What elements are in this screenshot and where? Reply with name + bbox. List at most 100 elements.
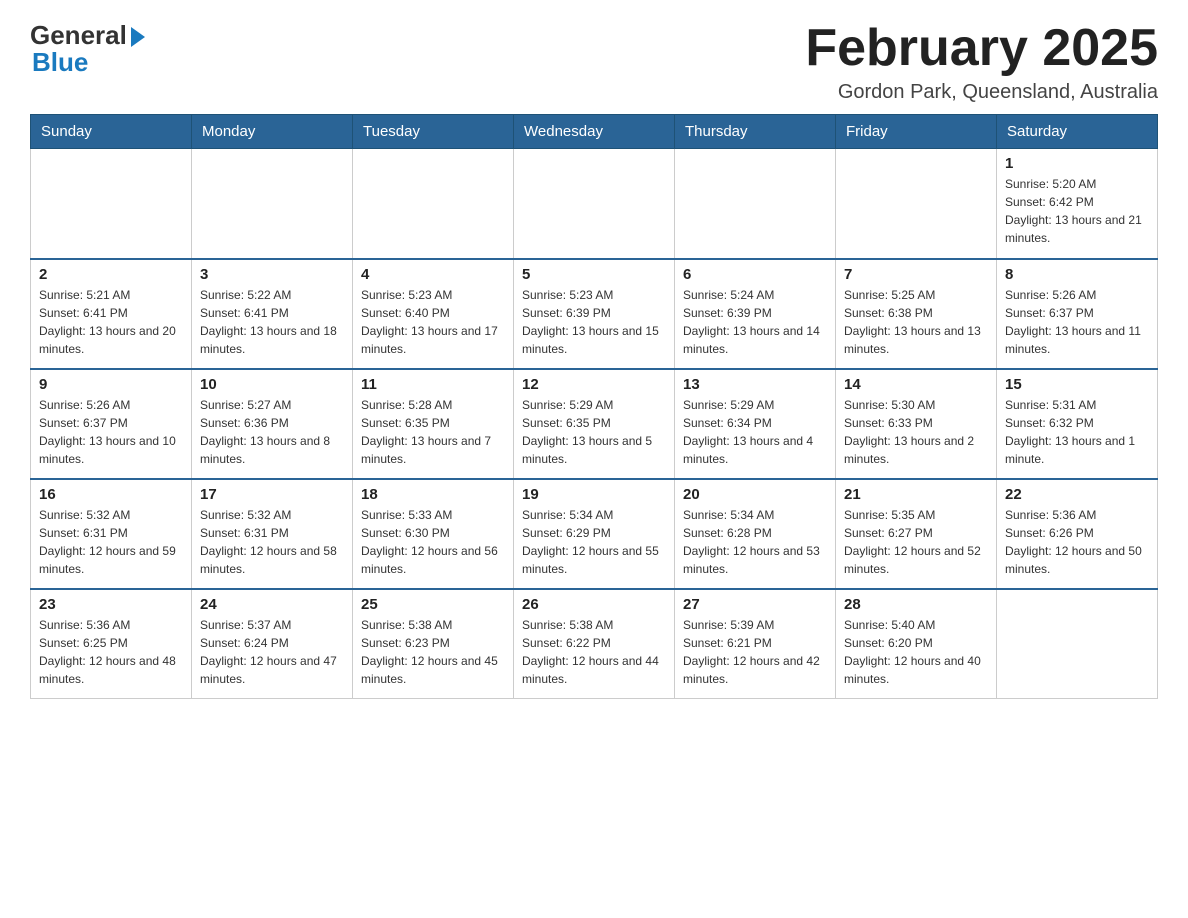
calendar-cell: 19 Sunrise: 5:34 AMSunset: 6:29 PMDayligh…: [514, 479, 675, 589]
calendar-cell: 20 Sunrise: 5:34 AMSunset: 6:28 PMDayligh…: [675, 479, 836, 589]
day-number: 26: [522, 596, 666, 613]
day-info: Sunrise: 5:22 AMSunset: 6:41 PMDaylight:…: [200, 286, 344, 358]
calendar-cell: 2 Sunrise: 5:21 AMSunset: 6:41 PMDaylight…: [31, 259, 192, 369]
day-number: 7: [844, 266, 988, 283]
day-info: Sunrise: 5:26 AMSunset: 6:37 PMDaylight:…: [1005, 286, 1149, 358]
logo-arrow-icon: [131, 27, 145, 47]
day-number: 27: [683, 596, 827, 613]
day-number: 16: [39, 486, 183, 503]
calendar-cell: 16 Sunrise: 5:32 AMSunset: 6:31 PMDayligh…: [31, 479, 192, 589]
calendar-cell: [192, 149, 353, 259]
calendar-cell: 9 Sunrise: 5:26 AMSunset: 6:37 PMDaylight…: [31, 369, 192, 479]
day-number: 2: [39, 266, 183, 283]
day-number: 6: [683, 266, 827, 283]
day-number: 20: [683, 486, 827, 503]
day-info: Sunrise: 5:37 AMSunset: 6:24 PMDaylight:…: [200, 616, 344, 688]
calendar-cell: 10 Sunrise: 5:27 AMSunset: 6:36 PMDayligh…: [192, 369, 353, 479]
day-info: Sunrise: 5:23 AMSunset: 6:39 PMDaylight:…: [522, 286, 666, 358]
calendar-cell: [997, 589, 1158, 699]
week-row-5: 23 Sunrise: 5:36 AMSunset: 6:25 PMDayligh…: [31, 589, 1158, 699]
day-number: 10: [200, 376, 344, 393]
day-info: Sunrise: 5:34 AMSunset: 6:28 PMDaylight:…: [683, 506, 827, 578]
calendar-cell: 13 Sunrise: 5:29 AMSunset: 6:34 PMDayligh…: [675, 369, 836, 479]
day-info: Sunrise: 5:40 AMSunset: 6:20 PMDaylight:…: [844, 616, 988, 688]
calendar-header-saturday: Saturday: [997, 115, 1158, 149]
calendar-header-row: SundayMondayTuesdayWednesdayThursdayFrid…: [31, 115, 1158, 149]
day-number: 28: [844, 596, 988, 613]
day-number: 19: [522, 486, 666, 503]
day-info: Sunrise: 5:38 AMSunset: 6:23 PMDaylight:…: [361, 616, 505, 688]
day-info: Sunrise: 5:20 AMSunset: 6:42 PMDaylight:…: [1005, 175, 1149, 247]
day-info: Sunrise: 5:32 AMSunset: 6:31 PMDaylight:…: [200, 506, 344, 578]
day-number: 21: [844, 486, 988, 503]
calendar-cell: 17Sunrise: 5:32 AMSunset: 6:31 PMDayligh…: [192, 479, 353, 589]
day-info: Sunrise: 5:38 AMSunset: 6:22 PMDaylight:…: [522, 616, 666, 688]
calendar-header-friday: Friday: [836, 115, 997, 149]
day-number: 12: [522, 376, 666, 393]
day-info: Sunrise: 5:31 AMSunset: 6:32 PMDaylight:…: [1005, 396, 1149, 468]
calendar-cell: 5 Sunrise: 5:23 AMSunset: 6:39 PMDaylight…: [514, 259, 675, 369]
day-info: Sunrise: 5:34 AMSunset: 6:29 PMDaylight:…: [522, 506, 666, 578]
calendar-cell: 11Sunrise: 5:28 AMSunset: 6:35 PMDayligh…: [353, 369, 514, 479]
day-info: Sunrise: 5:24 AMSunset: 6:39 PMDaylight:…: [683, 286, 827, 358]
calendar-cell: 18Sunrise: 5:33 AMSunset: 6:30 PMDayligh…: [353, 479, 514, 589]
day-info: Sunrise: 5:28 AMSunset: 6:35 PMDaylight:…: [361, 396, 505, 468]
calendar-cell: 26 Sunrise: 5:38 AMSunset: 6:22 PMDayligh…: [514, 589, 675, 699]
day-info: Sunrise: 5:25 AMSunset: 6:38 PMDaylight:…: [844, 286, 988, 358]
day-number: 3: [200, 266, 344, 283]
calendar-cell: 21 Sunrise: 5:35 AMSunset: 6:27 PMDayligh…: [836, 479, 997, 589]
day-info: Sunrise: 5:23 AMSunset: 6:40 PMDaylight:…: [361, 286, 505, 358]
calendar-cell: [31, 149, 192, 259]
calendar-header-sunday: Sunday: [31, 115, 192, 149]
calendar-cell: [353, 149, 514, 259]
week-row-1: 1 Sunrise: 5:20 AMSunset: 6:42 PMDaylight…: [31, 149, 1158, 259]
day-number: 4: [361, 266, 505, 283]
day-number: 24: [200, 596, 344, 613]
day-info: Sunrise: 5:39 AMSunset: 6:21 PMDaylight:…: [683, 616, 827, 688]
calendar-cell: 24 Sunrise: 5:37 AMSunset: 6:24 PMDayligh…: [192, 589, 353, 699]
week-row-3: 9 Sunrise: 5:26 AMSunset: 6:37 PMDaylight…: [31, 369, 1158, 479]
day-info: Sunrise: 5:32 AMSunset: 6:31 PMDaylight:…: [39, 506, 183, 578]
day-info: Sunrise: 5:33 AMSunset: 6:30 PMDaylight:…: [361, 506, 505, 578]
day-info: Sunrise: 5:35 AMSunset: 6:27 PMDaylight:…: [844, 506, 988, 578]
day-info: Sunrise: 5:30 AMSunset: 6:33 PMDaylight:…: [844, 396, 988, 468]
logo-blue-text: Blue: [32, 47, 88, 78]
calendar-header-monday: Monday: [192, 115, 353, 149]
calendar-header-tuesday: Tuesday: [353, 115, 514, 149]
calendar-cell: 7 Sunrise: 5:25 AMSunset: 6:38 PMDaylight…: [836, 259, 997, 369]
calendar-cell: 1 Sunrise: 5:20 AMSunset: 6:42 PMDaylight…: [997, 149, 1158, 259]
day-number: 15: [1005, 376, 1149, 393]
calendar-cell: [836, 149, 997, 259]
day-info: Sunrise: 5:29 AMSunset: 6:35 PMDaylight:…: [522, 396, 666, 468]
month-title: February 2025: [805, 20, 1158, 77]
calendar-cell: 14 Sunrise: 5:30 AMSunset: 6:33 PMDayligh…: [836, 369, 997, 479]
day-number: 13: [683, 376, 827, 393]
calendar-cell: 15 Sunrise: 5:31 AMSunset: 6:32 PMDayligh…: [997, 369, 1158, 479]
calendar-cell: 6 Sunrise: 5:24 AMSunset: 6:39 PMDaylight…: [675, 259, 836, 369]
calendar-cell: 23 Sunrise: 5:36 AMSunset: 6:25 PMDayligh…: [31, 589, 192, 699]
day-number: 1: [1005, 155, 1149, 172]
calendar-cell: [675, 149, 836, 259]
day-info: Sunrise: 5:36 AMSunset: 6:26 PMDaylight:…: [1005, 506, 1149, 578]
day-number: 14: [844, 376, 988, 393]
calendar-cell: 22Sunrise: 5:36 AMSunset: 6:26 PMDayligh…: [997, 479, 1158, 589]
calendar-cell: 27 Sunrise: 5:39 AMSunset: 6:21 PMDayligh…: [675, 589, 836, 699]
calendar-header-wednesday: Wednesday: [514, 115, 675, 149]
day-info: Sunrise: 5:26 AMSunset: 6:37 PMDaylight:…: [39, 396, 183, 468]
day-number: 5: [522, 266, 666, 283]
page-header: General Blue February 2025 Gordon Park, …: [30, 20, 1158, 104]
day-info: Sunrise: 5:27 AMSunset: 6:36 PMDaylight:…: [200, 396, 344, 468]
location-text: Gordon Park, Queensland, Australia: [805, 81, 1158, 104]
calendar-table: SundayMondayTuesdayWednesdayThursdayFrid…: [30, 114, 1158, 699]
logo: General Blue: [30, 20, 145, 78]
calendar-cell: 8Sunrise: 5:26 AMSunset: 6:37 PMDaylight…: [997, 259, 1158, 369]
day-info: Sunrise: 5:36 AMSunset: 6:25 PMDaylight:…: [39, 616, 183, 688]
day-info: Sunrise: 5:29 AMSunset: 6:34 PMDaylight:…: [683, 396, 827, 468]
day-info: Sunrise: 5:21 AMSunset: 6:41 PMDaylight:…: [39, 286, 183, 358]
calendar-cell: 28 Sunrise: 5:40 AMSunset: 6:20 PMDayligh…: [836, 589, 997, 699]
day-number: 23: [39, 596, 183, 613]
calendar-cell: 3 Sunrise: 5:22 AMSunset: 6:41 PMDaylight…: [192, 259, 353, 369]
week-row-4: 16 Sunrise: 5:32 AMSunset: 6:31 PMDayligh…: [31, 479, 1158, 589]
calendar-cell: 12 Sunrise: 5:29 AMSunset: 6:35 PMDayligh…: [514, 369, 675, 479]
day-number: 9: [39, 376, 183, 393]
